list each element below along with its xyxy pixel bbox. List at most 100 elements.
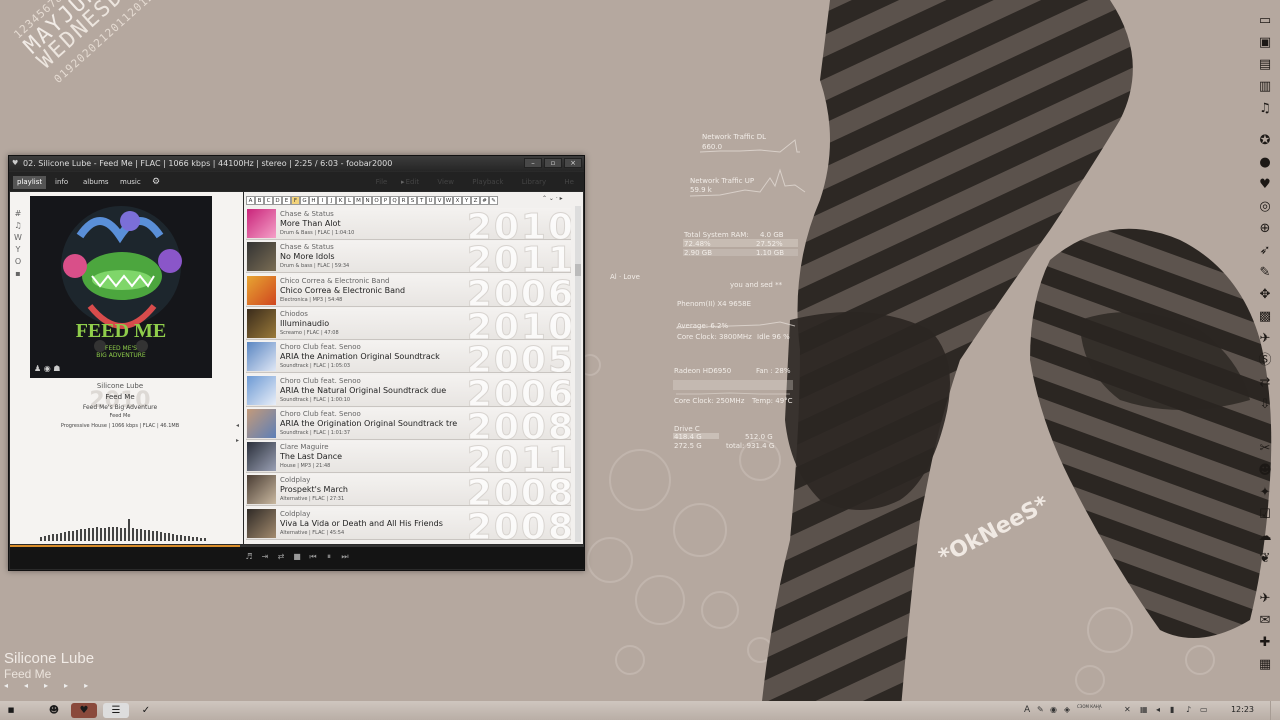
tray-network-icon[interactable]: ✕ [1124, 705, 1131, 714]
arrows-icon[interactable]: ⇄ [1256, 374, 1274, 392]
heart-icon[interactable]: ♥ [1256, 176, 1274, 194]
pause-icon[interactable]: ⏸ [323, 552, 335, 562]
alpha-filter-13[interactable]: N [363, 196, 372, 205]
download-icon[interactable]: ⇩ [1256, 396, 1274, 414]
panel-collapse-icon[interactable]: ◂ [236, 422, 239, 429]
wikipedia-icon[interactable]: W [12, 232, 24, 244]
plane-icon[interactable]: ✈ [1256, 590, 1274, 608]
play-icon[interactable]: ▸ [44, 681, 64, 690]
playback-order-icon[interactable]: ♬ [243, 552, 255, 561]
previous-icon[interactable]: ⏮ [307, 552, 319, 562]
discogs-icon[interactable]: ♫ [12, 220, 24, 232]
chat-icon[interactable]: ▩ [1256, 308, 1274, 326]
lastfm-icon[interactable]: # [12, 208, 24, 220]
tray-speaker-icon[interactable]: ♪ [1186, 705, 1191, 714]
menu-edit[interactable]: Edit [406, 178, 420, 186]
folder-icon[interactable]: ▥ [1256, 78, 1274, 96]
globe-icon[interactable]: ⊕ [1256, 220, 1274, 238]
art-controls[interactable]: ♟ ◉ ☗ [34, 364, 60, 373]
alpha-filter-19[interactable]: T [417, 196, 426, 205]
close-button[interactable]: × [564, 158, 582, 168]
skype-icon[interactable]: Ⓢ [1256, 352, 1274, 370]
alpha-filter-10[interactable]: K [336, 196, 345, 205]
next-icon[interactable]: ⏭ [339, 552, 351, 562]
alpha-filter-8[interactable]: I [318, 196, 327, 205]
seek-bar-fill[interactable] [10, 545, 240, 547]
taskbar-clock[interactable]: 12:23 [1231, 705, 1254, 714]
ubuntu-icon[interactable]: ✪ [1256, 132, 1274, 150]
menu-view[interactable]: View [437, 178, 454, 186]
alpha-filter-20[interactable]: U [426, 196, 435, 205]
music-icon[interactable]: ♫ [1256, 100, 1274, 118]
tray-lang[interactable]: A [1024, 705, 1030, 715]
maximize-button[interactable]: ▫ [544, 158, 562, 168]
mail-icon[interactable]: ✉ [1256, 612, 1274, 630]
flame-icon[interactable]: ✦ [1256, 484, 1274, 502]
pin-icon[interactable]: ✚ [1256, 634, 1274, 652]
tab-playlist[interactable]: playlist [13, 176, 47, 189]
tray-flag-icon[interactable]: ▦ [1140, 705, 1148, 714]
youtube-icon[interactable]: Y [12, 244, 24, 256]
playlist-row[interactable]: Chase & Status More Than Alot Drum & Bass … [246, 208, 571, 240]
minimize-button[interactable]: – [524, 158, 542, 168]
playlist-row[interactable]: Choro Club feat. Senoo ARIA the Originati… [246, 407, 571, 440]
show-desktop-button[interactable] [1270, 701, 1280, 720]
settings-gear-icon[interactable]: ⚙ [148, 176, 164, 189]
tab-music[interactable]: music [116, 176, 145, 189]
playlist-row[interactable]: Choro Club feat. Senoo ARIA the Natural O… [246, 374, 571, 407]
now-playing-controls[interactable]: ◂◂▸▸▸ [4, 681, 104, 690]
rocket-icon[interactable]: ✈ [1256, 330, 1274, 348]
tray-globe-icon[interactable]: ◉ [1050, 705, 1057, 714]
alpha-filter-18[interactable]: S [408, 196, 417, 205]
start-button[interactable]: ■ [2, 703, 20, 718]
playlist-row[interactable]: Chase & Status No More Idols Drum & bass |… [246, 241, 571, 274]
tray-wrench-icon[interactable]: ✎ [1037, 705, 1044, 714]
bird-icon[interactable]: ➶ [1256, 242, 1274, 260]
taskbar-app-foobar[interactable]: ☻ [41, 703, 67, 718]
alpha-filter-7[interactable]: H [309, 196, 318, 205]
alpha-filter-12[interactable]: M [354, 196, 363, 205]
scrollbar-thumb[interactable] [575, 264, 581, 276]
folder-icon[interactable]: ▪ [12, 268, 24, 280]
alpha-filter-15[interactable]: P [381, 196, 390, 205]
alpha-filter-26[interactable]: # [480, 196, 489, 205]
menu-playback[interactable]: Playback [472, 178, 503, 186]
alpha-filter-17[interactable]: R [399, 196, 408, 205]
pen-icon[interactable]: ✎ [1256, 264, 1274, 282]
steam-icon[interactable]: ◎ [1256, 198, 1274, 216]
playlist-scrollbar[interactable] [575, 206, 581, 542]
alpha-filter-23[interactable]: X [453, 196, 462, 205]
title-bar[interactable]: ♥ 02. Silicone Lube - Feed Me | FLAC | 1… [9, 156, 584, 171]
follow-cursor-icon[interactable]: ⇥ [259, 552, 271, 561]
playlist-row[interactable]: Choro Club feat. Senoo ARIA the Animation… [246, 341, 571, 374]
tray-dot-icon[interactable]: · [1098, 705, 1101, 714]
cloud-icon[interactable]: ☁ [1256, 528, 1274, 546]
tray-shield-icon[interactable]: ◈ [1064, 705, 1070, 714]
alpha-filter-4[interactable]: E [282, 196, 291, 205]
playlist-row[interactable]: Chiodos Illuminaudio Screamo | FLAC | 47:0… [246, 307, 571, 340]
alpha-filter-14[interactable]: O [372, 196, 381, 205]
tab-albums[interactable]: albums [79, 176, 113, 189]
alpha-filter-25[interactable]: Z [471, 196, 480, 205]
alpha-filter-11[interactable]: L [345, 196, 354, 205]
tray-volume-icon[interactable]: ◂ [1156, 705, 1160, 714]
seek-bar-track[interactable] [240, 545, 584, 547]
alpha-filter-1[interactable]: B [255, 196, 264, 205]
alpha-filter-2[interactable]: C [264, 196, 273, 205]
foobar-window[interactable]: ♥ 02. Silicone Lube - Feed Me | FLAC | 1… [8, 155, 585, 571]
filter-nav[interactable]: ⌃ ⌄ · ▸ [542, 195, 563, 202]
taskbar-app-heart[interactable]: ♥ [71, 703, 97, 718]
playlist-row[interactable]: Coldplay Viva La Vida or Death and All Hi… [246, 507, 571, 540]
taskbar-app-list[interactable]: ☰ [103, 703, 129, 718]
alpha-filter-16[interactable]: Q [390, 196, 399, 205]
alpha-filter-9[interactable]: J [327, 196, 336, 205]
alpha-filter-27[interactable]: ✎ [489, 196, 498, 205]
playlist-row[interactable]: Clare Maguire The Last Dance House | MP3 |… [246, 441, 571, 474]
alpha-filter-6[interactable]: G [300, 196, 309, 205]
controller-icon[interactable]: ✥ [1256, 286, 1274, 304]
playlist-row[interactable]: Chico Correa & Electronic Band Chico Corr… [246, 274, 571, 307]
tray-monitor-icon[interactable]: ▭ [1200, 705, 1208, 714]
tab-info[interactable]: info [51, 176, 72, 189]
mask-icon[interactable]: ☻ [1256, 462, 1274, 480]
alpha-filter-22[interactable]: W [444, 196, 453, 205]
